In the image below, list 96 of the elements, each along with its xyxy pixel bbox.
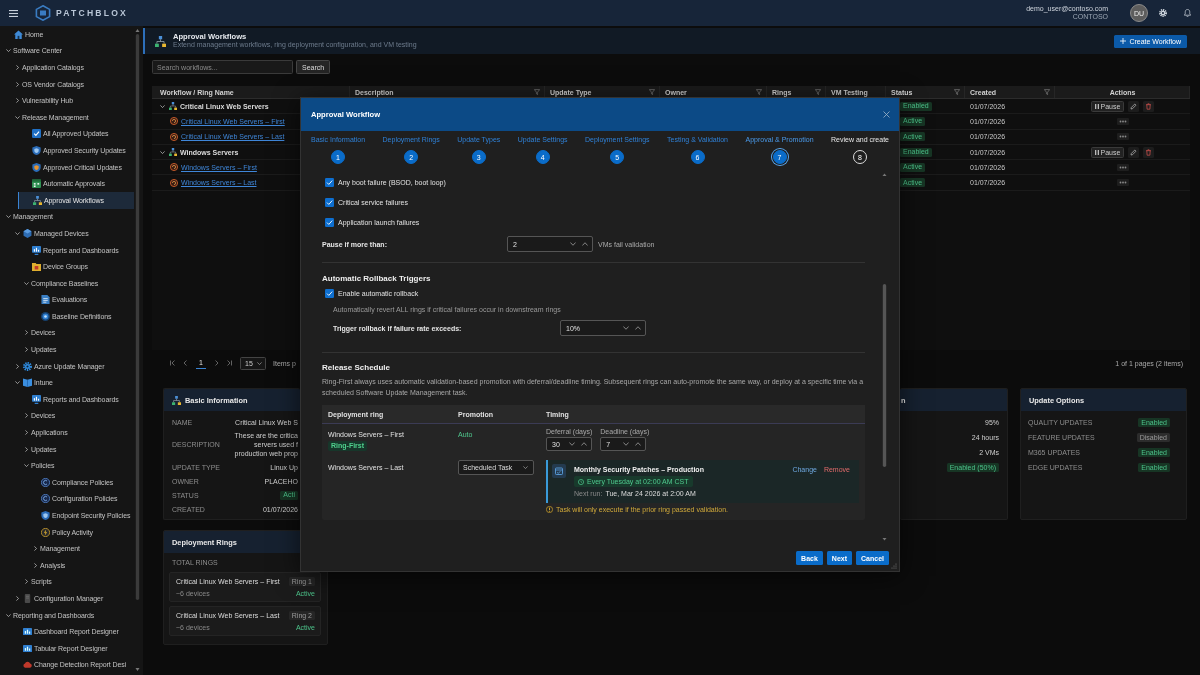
chevron-down-icon[interactable] bbox=[160, 150, 165, 154]
pause-icon bbox=[1094, 103, 1099, 109]
menu-icon[interactable] bbox=[9, 9, 18, 17]
chevron-down-icon[interactable] bbox=[5, 215, 11, 219]
filter-icon[interactable] bbox=[1044, 89, 1050, 95]
folder-icon bbox=[32, 262, 41, 272]
logo-icon bbox=[35, 5, 51, 21]
book-icon bbox=[23, 378, 32, 388]
circle-letter-icon bbox=[41, 494, 50, 504]
hierarchy-icon bbox=[169, 148, 177, 157]
scrollbar[interactable] bbox=[135, 28, 140, 673]
chevron-down-icon[interactable] bbox=[160, 104, 165, 108]
chevron-right-icon[interactable] bbox=[24, 347, 28, 353]
chevron-right-icon[interactable] bbox=[24, 430, 28, 436]
caret-down-icon bbox=[257, 361, 262, 365]
caret-down-icon bbox=[523, 466, 528, 469]
chevron-down-icon[interactable] bbox=[570, 242, 576, 246]
chevron-right-icon[interactable] bbox=[33, 546, 37, 552]
circular-arrow-icon bbox=[170, 163, 178, 172]
chevron-down-icon[interactable] bbox=[623, 442, 630, 446]
chevron-up-icon[interactable] bbox=[635, 326, 641, 330]
chart-icon bbox=[23, 627, 32, 637]
bell-icon[interactable] bbox=[1184, 9, 1191, 17]
lightning-icon bbox=[41, 527, 50, 537]
chevron-down-icon[interactable] bbox=[14, 231, 20, 235]
pencil-icon[interactable] bbox=[1128, 146, 1140, 158]
chevron-right-icon[interactable] bbox=[15, 596, 19, 601]
calendar-icon bbox=[32, 179, 41, 189]
section-heading: Release Schedule bbox=[322, 363, 392, 373]
circular-arrow-icon bbox=[170, 132, 178, 141]
circle-letter-icon bbox=[41, 477, 50, 487]
first-page-icon[interactable] bbox=[170, 360, 175, 366]
previous-page-icon[interactable] bbox=[183, 360, 188, 366]
chevron-right-icon[interactable] bbox=[24, 446, 28, 452]
plus-icon bbox=[1120, 38, 1127, 44]
calendar-check-icon bbox=[552, 464, 566, 478]
circular-arrow-icon bbox=[170, 178, 178, 187]
checkbox[interactable] bbox=[325, 288, 334, 298]
chevron-up-icon[interactable] bbox=[581, 442, 587, 446]
warning-icon bbox=[546, 506, 553, 513]
document-icon bbox=[41, 295, 50, 305]
hierarchy-icon bbox=[169, 102, 177, 111]
ellipsis-icon[interactable] bbox=[1116, 179, 1129, 187]
chevron-up-icon[interactable] bbox=[635, 442, 642, 446]
shield-icon bbox=[41, 511, 50, 520]
house-icon bbox=[14, 29, 23, 39]
chevron-down-icon[interactable] bbox=[23, 281, 29, 285]
clock-icon bbox=[578, 478, 584, 485]
chevron-down-icon[interactable] bbox=[5, 49, 11, 53]
chevron-up-icon[interactable] bbox=[582, 242, 588, 246]
monitor-icon bbox=[32, 245, 41, 255]
chevron-right-icon[interactable] bbox=[15, 81, 19, 87]
chevron-down-icon[interactable] bbox=[569, 442, 575, 446]
chevron-down-icon[interactable] bbox=[5, 613, 11, 617]
pause-icon bbox=[1094, 149, 1099, 155]
chevron-right-icon[interactable] bbox=[15, 98, 19, 104]
pencil-icon[interactable] bbox=[1128, 100, 1140, 112]
filter-icon[interactable] bbox=[954, 89, 960, 95]
settings-icon[interactable] bbox=[1159, 9, 1167, 17]
chevron-right-icon[interactable] bbox=[24, 579, 28, 585]
close-icon[interactable] bbox=[883, 111, 890, 118]
chevron-right-icon[interactable] bbox=[15, 65, 19, 70]
checkbox[interactable] bbox=[325, 197, 334, 207]
cloud-icon bbox=[23, 660, 32, 670]
hierarchy-icon bbox=[155, 35, 166, 47]
chevron-down-icon[interactable] bbox=[623, 326, 629, 330]
shield-icon bbox=[32, 145, 41, 155]
checkbox[interactable] bbox=[325, 177, 334, 187]
chevron-right-icon[interactable] bbox=[33, 562, 37, 568]
ellipsis-icon[interactable] bbox=[1116, 163, 1129, 171]
last-page-icon[interactable] bbox=[227, 360, 232, 366]
server-icon bbox=[23, 594, 32, 603]
checkmark-tile-icon bbox=[32, 129, 41, 139]
ellipsis-icon[interactable] bbox=[1116, 117, 1129, 125]
chevron-down-icon[interactable] bbox=[14, 115, 20, 119]
gear-icon bbox=[23, 361, 32, 371]
chevron-down-icon[interactable] bbox=[14, 381, 20, 385]
checkbox[interactable] bbox=[325, 217, 334, 227]
hierarchy-icon bbox=[172, 395, 181, 405]
hierarchy-icon bbox=[33, 195, 42, 205]
ellipsis-icon[interactable] bbox=[1116, 133, 1129, 141]
shield-icon bbox=[32, 162, 41, 172]
next-page-icon[interactable] bbox=[214, 360, 219, 366]
section-heading: Automatic Rollback Triggers bbox=[322, 274, 432, 284]
chevron-right-icon[interactable] bbox=[24, 330, 28, 336]
circular-arrow-icon bbox=[170, 117, 178, 126]
chart-icon bbox=[23, 643, 32, 653]
brand-name: PATCHBLOX bbox=[56, 8, 128, 18]
monitor-icon bbox=[32, 394, 41, 404]
chevron-right-icon[interactable] bbox=[24, 413, 28, 419]
chevron-right-icon[interactable] bbox=[15, 363, 19, 369]
chevron-down-icon[interactable] bbox=[23, 464, 29, 468]
target-icon bbox=[41, 311, 50, 321]
trash-icon[interactable] bbox=[1143, 146, 1155, 158]
trash-icon[interactable] bbox=[1143, 100, 1155, 112]
cube-icon bbox=[23, 228, 32, 238]
